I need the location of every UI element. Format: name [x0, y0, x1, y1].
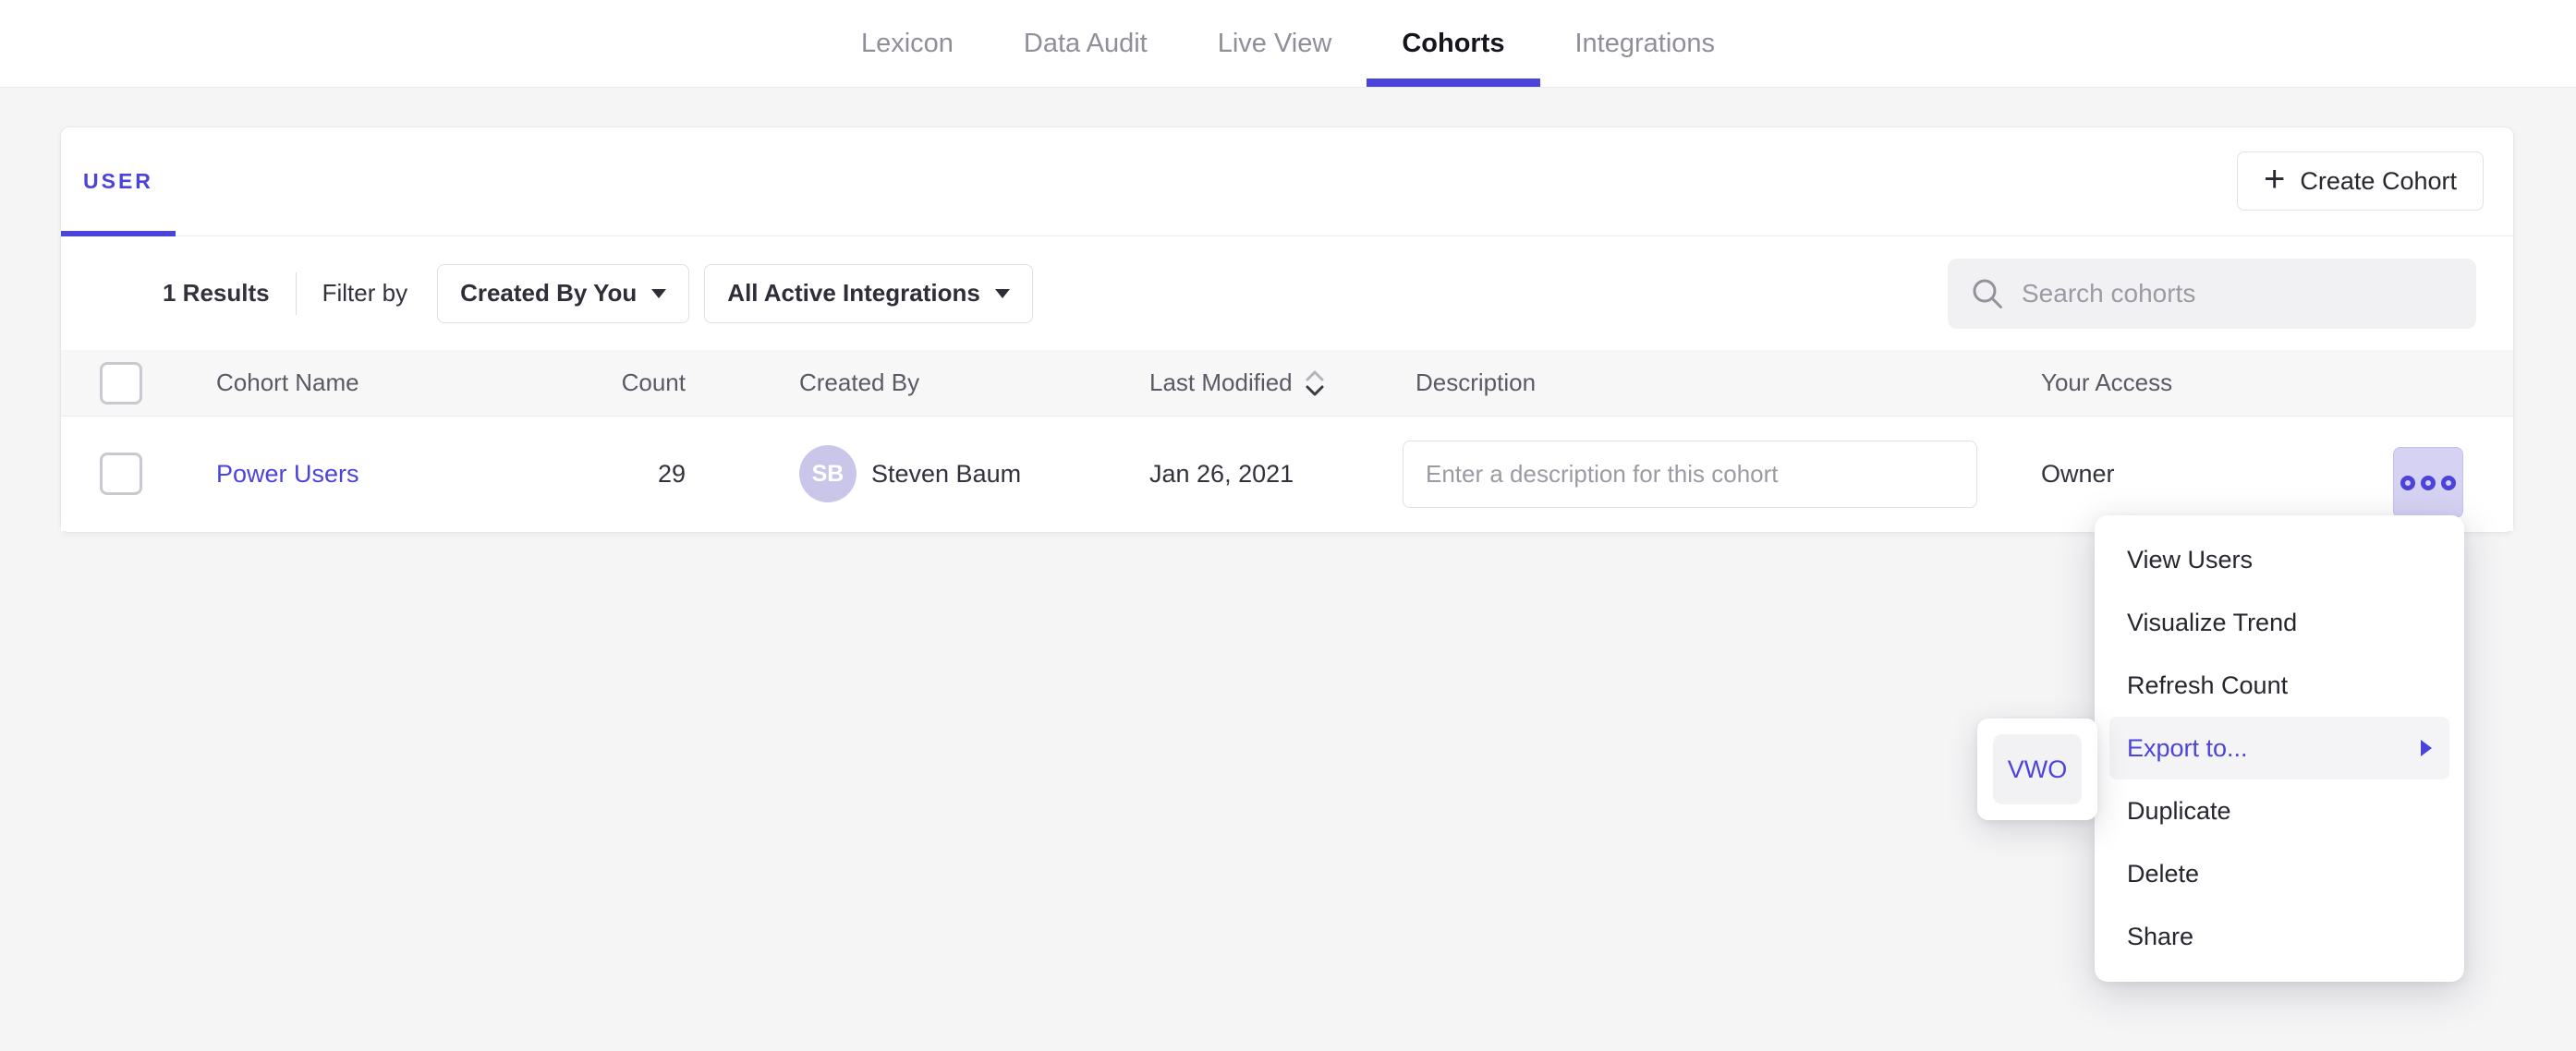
- integrations-dropdown-value: All Active Integrations: [727, 279, 980, 308]
- filter-by-label: Filter by: [322, 279, 407, 308]
- nav-tab-cohorts[interactable]: Cohorts: [1367, 0, 1539, 87]
- vertical-divider: [296, 272, 297, 315]
- menu-item-visualize-trend[interactable]: Visualize Trend: [2109, 591, 2449, 654]
- cohort-count: 29: [468, 417, 686, 531]
- more-options-icon: [2421, 476, 2436, 490]
- menu-item-delete[interactable]: Delete: [2109, 842, 2449, 905]
- integrations-dropdown[interactable]: All Active Integrations: [704, 264, 1033, 323]
- sort-icon: [1304, 368, 1326, 398]
- search-input[interactable]: [2022, 279, 2454, 308]
- caret-down-icon: [651, 289, 666, 298]
- plus-icon: +: [2264, 161, 2285, 198]
- created-by-dropdown[interactable]: Created By You: [437, 264, 689, 323]
- access-level: Owner: [2041, 417, 2115, 531]
- created-by-name: Steven Baum: [871, 460, 1021, 489]
- header-description: Description: [1416, 350, 1536, 416]
- nav-tab-label: Lexicon: [861, 29, 954, 59]
- nav-tab-label: Data Audit: [1024, 29, 1148, 59]
- created-by-cell: SB Steven Baum: [799, 417, 1021, 531]
- row-checkbox-cell: [100, 417, 142, 531]
- create-cohort-button[interactable]: + Create Cohort: [2237, 151, 2484, 211]
- results-count: 1 Results: [163, 279, 270, 308]
- menu-item-refresh-count[interactable]: Refresh Count: [2109, 654, 2449, 717]
- description-input[interactable]: [1403, 441, 1977, 508]
- menu-item-view-users[interactable]: View Users: [2109, 528, 2449, 591]
- tab-user[interactable]: USER: [61, 127, 176, 236]
- nav-tab-lexicon[interactable]: Lexicon: [826, 0, 989, 87]
- header-checkbox-cell: [100, 350, 142, 416]
- nav-tab-integrations[interactable]: Integrations: [1540, 0, 1751, 87]
- header-your-access: Your Access: [2041, 350, 2172, 416]
- menu-item-export-label: Export to...: [2127, 734, 2248, 763]
- cohort-type-tabs: USER + Create Cohort: [61, 127, 2513, 236]
- avatar: SB: [799, 445, 857, 502]
- cohort-name-link[interactable]: Power Users: [216, 460, 359, 489]
- top-navigation: Lexicon Data Audit Live View Cohorts Int…: [0, 0, 2576, 88]
- select-all-checkbox[interactable]: [100, 362, 142, 405]
- header-last-modified-label: Last Modified: [1149, 368, 1293, 397]
- submenu-arrow-icon: [2421, 740, 2432, 756]
- submenu-item-vwo[interactable]: VWO: [1993, 734, 2082, 804]
- table-row: Power Users 29 SB Steven Baum Jan 26, 20…: [61, 417, 2513, 531]
- menu-item-share[interactable]: Share: [2109, 905, 2449, 968]
- cohort-context-menu: View Users Visualize Trend Refresh Count…: [2095, 515, 2464, 982]
- nav-tab-live-view[interactable]: Live View: [1183, 0, 1367, 87]
- nav-tab-data-audit[interactable]: Data Audit: [989, 0, 1183, 87]
- nav-tab-label: Integrations: [1575, 29, 1716, 59]
- active-tab-underline: [1367, 79, 1539, 87]
- header-count: Count: [468, 350, 686, 416]
- create-cohort-label: Create Cohort: [2300, 167, 2457, 196]
- search-cohorts-box: [1948, 259, 2476, 329]
- cohort-name-cell: Power Users: [216, 417, 359, 531]
- menu-item-duplicate[interactable]: Duplicate: [2109, 779, 2449, 842]
- search-icon: [1970, 276, 2005, 311]
- more-options-icon: [2441, 476, 2456, 490]
- filter-bar: 1 Results Filter by Created By You All A…: [61, 236, 2513, 350]
- menu-item-export-to[interactable]: Export to...: [2109, 717, 2449, 779]
- caret-down-icon: [995, 289, 1010, 298]
- export-submenu: VWO: [1977, 719, 2097, 820]
- nav-tab-label: Cohorts: [1402, 29, 1504, 59]
- more-options-icon: [2400, 476, 2415, 490]
- nav-tab-label: Live View: [1218, 29, 1332, 59]
- tab-user-label: USER: [83, 169, 153, 194]
- header-last-modified[interactable]: Last Modified: [1149, 350, 1326, 416]
- created-by-dropdown-value: Created By You: [460, 279, 637, 308]
- cohorts-panel: USER + Create Cohort 1 Results Filter by…: [60, 127, 2514, 533]
- more-options-button[interactable]: [2393, 447, 2463, 518]
- table-header: Cohort Name Count Created By Last Modifi…: [61, 350, 2513, 417]
- header-created-by: Created By: [799, 350, 919, 416]
- header-cohort-name: Cohort Name: [216, 350, 359, 416]
- row-checkbox[interactable]: [100, 453, 142, 495]
- last-modified-date: Jan 26, 2021: [1149, 417, 1294, 531]
